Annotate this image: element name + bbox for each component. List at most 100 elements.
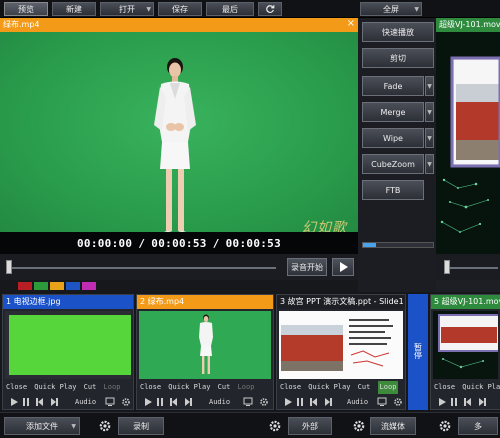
last-label: 最后 [222,4,238,14]
preview-scrub-track[interactable] [6,267,276,269]
clip-thumbnail[interactable] [139,311,271,379]
audio-label[interactable]: Audio [347,396,368,408]
clip-title: 电视边框.jpg [13,297,61,306]
new-button[interactable]: 新建 [52,2,96,16]
previous-icon[interactable] [35,397,45,407]
ftb-button[interactable]: FTB [362,180,424,200]
clip-card[interactable]: 1 电视边框.jpg Close Quick Play Cut Loop Aud… [2,294,134,410]
more-button[interactable]: 多 [458,417,498,435]
cut-link[interactable]: Cut [218,381,231,394]
save-button[interactable]: 保存 [158,2,202,16]
refresh-button[interactable] [258,2,282,16]
fade-label: Fade [383,81,403,91]
preview-button[interactable]: 预览 [4,2,48,16]
next-icon[interactable] [183,397,193,407]
loop-link[interactable]: Loop [238,381,255,394]
pause-icon[interactable] [295,397,305,407]
clip-card[interactable]: 5 超级VJ-101.mov Close Quick Play [430,294,500,410]
settings-gear-icon[interactable] [98,419,112,433]
preview-scrub-handle[interactable] [6,260,12,274]
merge-dropdown[interactable]: ▼ [425,102,434,122]
monitor-icon[interactable] [243,397,253,407]
cut-link[interactable]: Cut [358,381,371,394]
gear-icon[interactable] [393,397,403,407]
pause-icon[interactable] [21,397,31,407]
last-button[interactable]: 最后 [206,2,254,16]
wipe-dropdown[interactable]: ▼ [425,128,434,148]
play-icon[interactable] [9,397,19,407]
quick-play-button[interactable]: 快速播放 [362,22,434,42]
next-icon[interactable] [49,397,59,407]
clip-card[interactable]: 2 绿布.mp4 Close Quick Play Cut Loop Audio [136,294,274,410]
close-link[interactable]: Close [140,381,161,394]
next-icon[interactable] [477,397,487,407]
close-link[interactable]: Close [6,381,27,394]
clip-thumbnail[interactable] [5,311,131,379]
color-swatch[interactable] [50,282,64,290]
record-button[interactable]: 录制 [118,417,164,435]
quick-play-link[interactable]: Quick Play [308,381,350,394]
cut-link[interactable]: Cut [84,381,97,394]
transition-slider[interactable] [362,242,434,248]
color-swatch[interactable] [82,282,96,290]
clip-thumbnail[interactable] [433,311,498,379]
wipe-button[interactable]: Wipe [362,128,424,148]
audio-label[interactable]: Audio [75,396,96,408]
open-button[interactable]: 打开 ▼ [100,2,154,16]
preview-title: 绿布.mp4 [3,20,40,29]
monitor-icon[interactable] [377,397,387,407]
fade-button[interactable]: Fade [362,76,424,96]
close-icon[interactable]: × [347,18,355,29]
preview-video[interactable]: 幻如歌 [0,32,358,232]
play-icon[interactable] [143,397,153,407]
quick-play-link[interactable]: Quick Play [168,381,210,394]
program-scrub-track[interactable] [444,267,498,269]
previous-icon[interactable] [309,397,319,407]
color-swatch[interactable] [18,282,32,290]
audio-label[interactable]: Audio [209,396,230,408]
clip-number: 3 [280,297,286,306]
play-icon[interactable] [283,397,293,407]
chevron-down-icon: ▼ [414,5,419,13]
program-video[interactable] [436,32,500,254]
program-title: 超级VJ-101.mov [439,20,500,29]
external-gear-icon[interactable] [268,419,282,433]
quick-play-link[interactable]: Quick Play [34,381,76,394]
clip-thumbnail[interactable] [279,311,403,379]
gear-icon[interactable] [121,397,131,407]
fade-dropdown[interactable]: ▼ [425,76,434,96]
merge-button[interactable]: Merge [362,102,424,122]
record-start-button[interactable]: 录音开始 [287,258,327,276]
timecode-display: 00:00:00 / 00:00:53 / 00:00:53 [0,232,358,254]
color-swatch[interactable] [66,282,80,290]
cubezoom-button[interactable]: CubeZoom [362,154,424,174]
clip-card[interactable]: 3 故宫 PPT 演示文稿.ppt - Slide1 Close Quick P… [276,294,406,410]
close-link[interactable]: Close [280,381,301,394]
open-label: 打开 [119,4,135,14]
play-icon[interactable] [437,397,447,407]
external-button[interactable]: 外部 [288,417,332,435]
clip-side-tab[interactable]: 暂停 [408,294,428,410]
fullscreen-button[interactable]: 全屏 ▼ [360,2,422,16]
color-swatch[interactable] [34,282,48,290]
cubezoom-dropdown[interactable]: ▼ [425,154,434,174]
program-scrub-handle[interactable] [444,260,450,274]
monitor-icon[interactable] [105,397,115,407]
quick-play-link[interactable]: Quick Play [462,381,500,394]
previous-icon[interactable] [169,397,179,407]
loop-link[interactable]: Loop [377,381,399,394]
next-icon[interactable] [323,397,333,407]
close-link[interactable]: Close [434,381,455,394]
stream-button[interactable]: 流媒体 [370,417,416,435]
more-gear-icon[interactable] [438,419,452,433]
gear-icon[interactable] [259,397,269,407]
previous-icon[interactable] [463,397,473,407]
chevron-down-icon: ▼ [427,160,432,168]
cut-button[interactable]: 剪切 [362,48,434,68]
play-button[interactable] [332,258,354,276]
loop-link[interactable]: Loop [104,381,121,394]
stream-gear-icon[interactable] [352,419,366,433]
pause-icon[interactable] [449,397,459,407]
add-file-button[interactable]: 添加文件 ▼ [4,417,80,435]
pause-icon[interactable] [155,397,165,407]
